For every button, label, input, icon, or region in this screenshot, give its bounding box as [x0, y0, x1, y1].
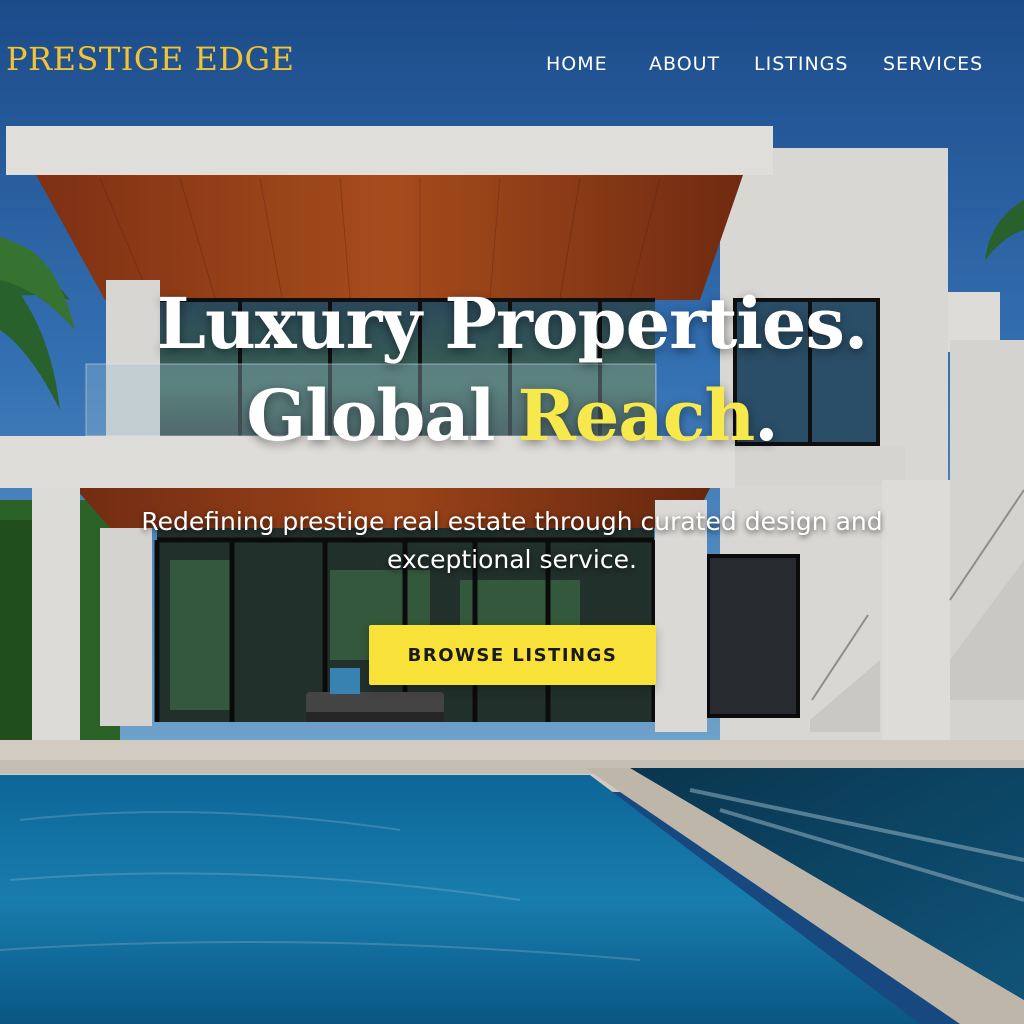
nav-home-link[interactable]: HOME	[546, 53, 608, 75]
nav-about-link[interactable]: ABOUT	[649, 53, 720, 75]
hero-headline-line-2: Global Reach.	[0, 376, 1024, 456]
brand-logo[interactable]: PRESTIGE EDGE	[6, 40, 294, 78]
top-navigation: PRESTIGE EDGE HOME ABOUT LISTINGS SERVIC…	[0, 0, 1024, 128]
hero-subheadline: Redefining prestige real estate through …	[141, 507, 883, 574]
headline-accent-word: Reach	[517, 374, 756, 457]
hero-headline-line-1: Luxury Properties.	[156, 282, 868, 365]
headline-prefix: Global	[246, 374, 518, 457]
headline-suffix: .	[754, 374, 778, 457]
landing-page: PRESTIGE EDGE HOME ABOUT LISTINGS SERVIC…	[0, 0, 1024, 1024]
nav-listings-link[interactable]: LISTINGS	[754, 53, 848, 75]
nav-services-link[interactable]: SERVICES	[883, 53, 983, 75]
browse-listings-button[interactable]: BROWSE LISTINGS	[369, 625, 656, 685]
